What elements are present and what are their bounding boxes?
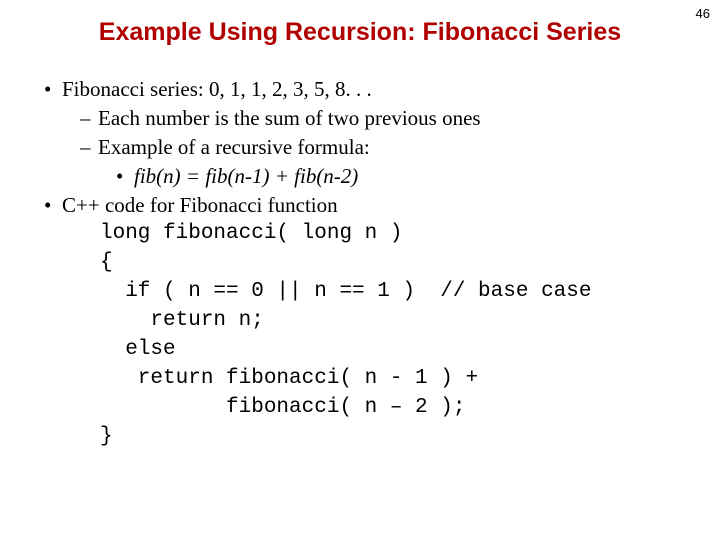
bullet-sum-desc: Each number is the sum of two previous o… xyxy=(98,104,680,133)
slide-title: Example Using Recursion: Fibonacci Serie… xyxy=(0,0,720,75)
code-block: long fibonacci( long n ) { if ( n == 0 |… xyxy=(40,220,680,452)
bullet-text: Example of a recursive formula: xyxy=(98,135,370,159)
bullet-text: Each number is the sum of two previous o… xyxy=(98,106,481,130)
bullet-fib-series: Fibonacci series: 0, 1, 1, 2, 3, 5, 8. .… xyxy=(62,75,680,191)
bullet-text: C++ code for Fibonacci function xyxy=(62,193,338,217)
page-number: 46 xyxy=(696,6,710,21)
slide-content: Fibonacci series: 0, 1, 1, 2, 3, 5, 8. .… xyxy=(0,75,720,452)
formula-text: fib(n) = fib(n-1) + fib(n-2) xyxy=(134,164,358,188)
bullet-text: Fibonacci series: 0, 1, 1, 2, 3, 5, 8. .… xyxy=(62,77,372,101)
bullet-formula: fib(n) = fib(n-1) + fib(n-2) xyxy=(134,162,680,191)
bullet-cpp-code: C++ code for Fibonacci function xyxy=(62,191,680,220)
bullet-formula-intro: Example of a recursive formula: fib(n) =… xyxy=(98,133,680,191)
